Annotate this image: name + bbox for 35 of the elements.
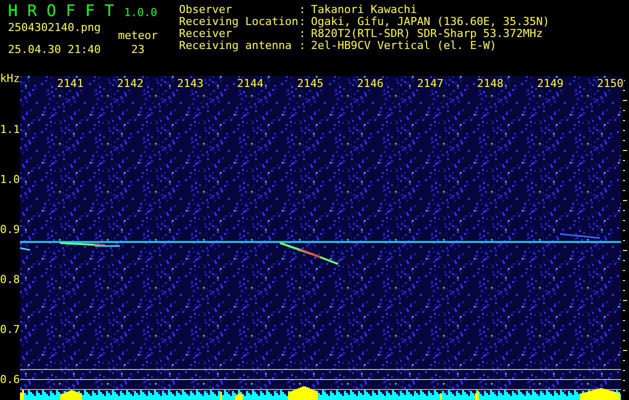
info-separator: : — [299, 16, 307, 28]
app-version: 1.0.0 — [124, 7, 158, 19]
axis-unit: kHz — [0, 73, 20, 85]
x-tick-label: 2149 — [537, 78, 564, 90]
info-label: Receiver — [179, 28, 232, 40]
info-label: Receiving antenna — [179, 40, 293, 52]
x-tick-label: 2142 — [117, 78, 144, 90]
y-tick-label: 0.7 — [0, 324, 20, 336]
info-value: Ogaki, Gifu, JAPAN (136.60E, 35.35N) — [311, 16, 550, 28]
info-value: 2el-HB9CV Vertical (el. E-W) — [311, 40, 496, 52]
x-tick-label: 2145 — [297, 78, 324, 90]
y-tick-label: 0.8 — [0, 274, 20, 286]
file-name: 2504302140.png — [8, 22, 102, 34]
timestamp: 25.04.30 21:40 — [8, 44, 102, 56]
y-tick-label: 1.0 — [0, 174, 20, 186]
count-label: meteor — [118, 30, 158, 42]
info-value: Takanori Kawachi — [311, 4, 417, 16]
x-tick-label: 2148 — [477, 78, 504, 90]
x-tick-label: 2143 — [177, 78, 204, 90]
info-separator: : — [299, 28, 307, 40]
app-title: H R O F F T — [8, 2, 114, 20]
info-separator: : — [299, 40, 307, 52]
meteor-count: 23 — [131, 44, 144, 56]
y-tick-label: 0.6 — [0, 374, 20, 386]
info-label: Receiving Location — [179, 16, 299, 28]
info-value: R820T2(RTL-SDR) SDR-Sharp 53.372MHz — [311, 28, 543, 40]
y-tick-label: 0.9 — [0, 224, 20, 236]
info-separator: : — [299, 4, 307, 16]
x-tick-label: 2146 — [357, 78, 384, 90]
x-tick-label: 2144 — [237, 78, 264, 90]
y-tick-label: 1.1 — [0, 124, 20, 136]
x-tick-label: 2147 — [417, 78, 444, 90]
x-tick-label: 2141 — [57, 78, 84, 90]
x-tick-label: 2150 — [597, 78, 624, 90]
info-label: Observer — [179, 4, 233, 16]
